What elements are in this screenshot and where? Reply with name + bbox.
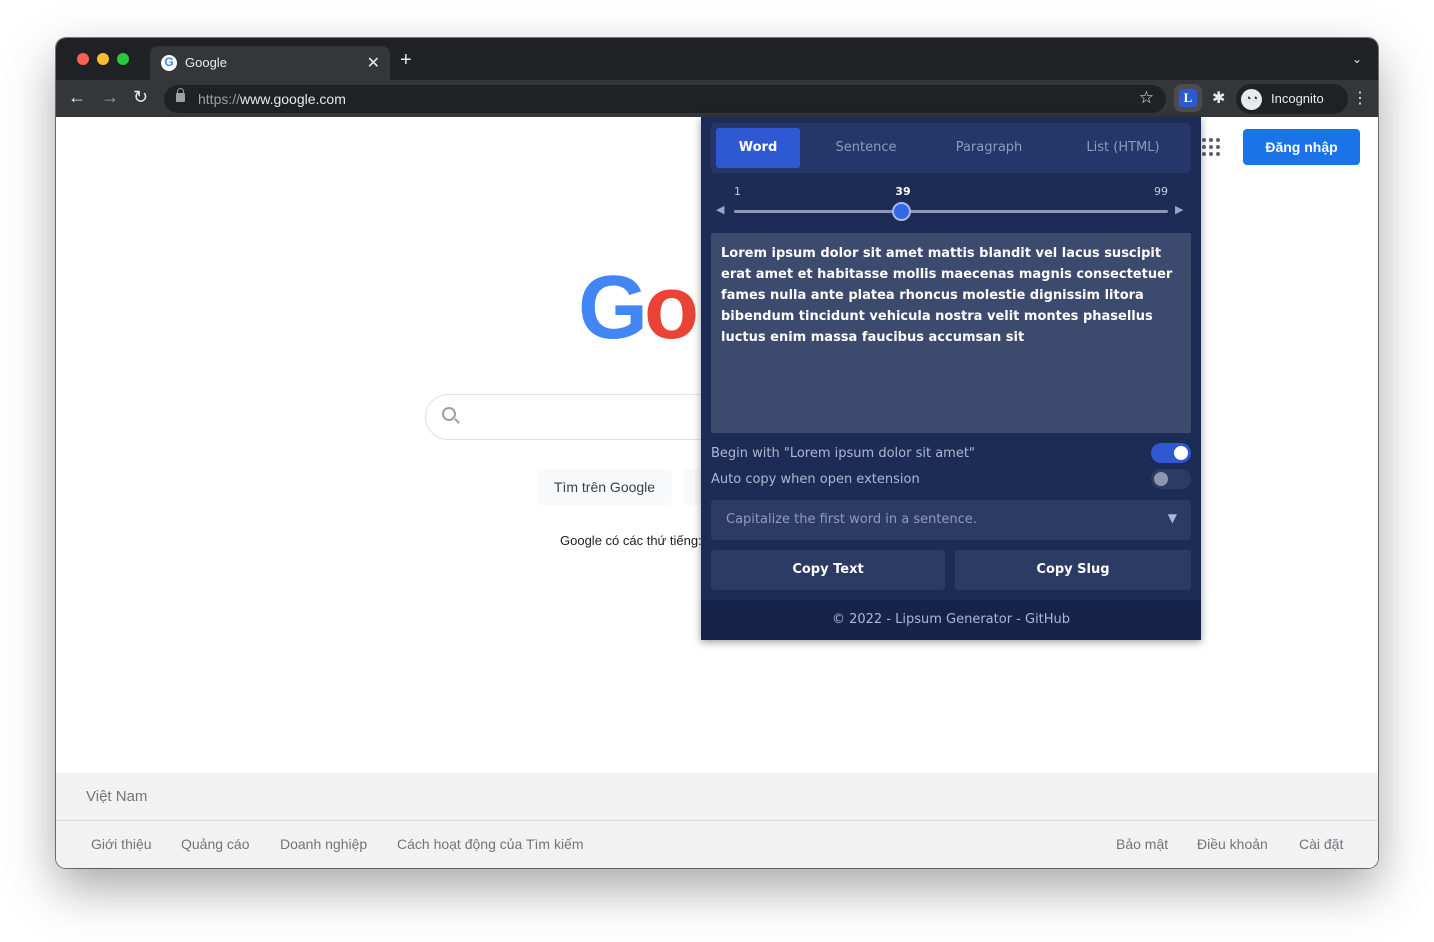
incognito-icon: ◔◔ <box>1241 89 1262 110</box>
google-search-button[interactable]: Tìm trên Google <box>537 469 672 505</box>
languages-text: Google có các thứ tiếng: <box>560 533 702 548</box>
search-icon <box>442 407 456 421</box>
close-window-button[interactable] <box>77 53 89 65</box>
toggle-knob <box>1174 446 1188 460</box>
begin-with-lorem-label: Begin with "Lorem ipsum dolor sit amet" <box>711 446 975 461</box>
country-label: Việt Nam <box>86 788 148 805</box>
google-logo: Go <box>578 257 699 360</box>
mode-tabs: Word Sentence Paragraph List (HTML) <box>711 123 1191 173</box>
footer-link-terms[interactable]: Điều khoản <box>1197 836 1268 852</box>
slider-decrement-icon[interactable]: ◀ <box>716 203 724 216</box>
chevron-down-icon[interactable]: ⌄ <box>1352 52 1362 66</box>
slider-track[interactable] <box>734 210 1168 213</box>
url-text[interactable]: https://www.google.com <box>198 91 346 107</box>
url-scheme: https:// <box>198 91 241 107</box>
footer-link-about[interactable]: Giới thiệu <box>91 836 152 852</box>
slider-min-label: 1 <box>734 185 741 198</box>
footer-links: Giới thiệu Quảng cáo Doanh nghiệp Cách h… <box>56 821 1378 868</box>
puzzle-icon[interactable]: ✱ <box>1212 88 1225 108</box>
maximize-window-button[interactable] <box>117 53 129 65</box>
url-host: www.google.com <box>240 91 346 107</box>
footer-link-advertising[interactable]: Quảng cáo <box>181 836 250 852</box>
tab-paragraph[interactable]: Paragraph <box>939 128 1039 168</box>
toggle-knob <box>1154 472 1168 486</box>
footer-country: Việt Nam <box>56 773 1378 821</box>
lipsum-popup: Word Sentence Paragraph List (HTML) 1 39… <box>701 117 1201 640</box>
footer-link-how-search-works[interactable]: Cách hoạt động của Tìm kiếm <box>397 836 584 852</box>
footer-link-privacy[interactable]: Bảo mật <box>1116 836 1168 852</box>
tab-title: Google <box>185 55 227 70</box>
incognito-label: Incognito <box>1271 91 1324 106</box>
signin-button[interactable]: Đăng nhập <box>1243 129 1360 165</box>
reload-button[interactable]: ↻ <box>133 87 148 107</box>
tab-list-html[interactable]: List (HTML) <box>1069 128 1177 168</box>
incognito-button[interactable]: ◔◔ Incognito <box>1236 84 1348 114</box>
copy-slug-button[interactable]: Copy Slug <box>955 550 1191 590</box>
copy-text-button[interactable]: Copy Text <box>711 550 945 590</box>
kebab-menu-icon[interactable]: ⋮ <box>1352 88 1368 108</box>
tab-strip: G Google ✕ + ⌄ <box>56 38 1378 80</box>
logo-letter-o: o <box>644 258 699 358</box>
slider-increment-icon[interactable]: ▶ <box>1175 203 1183 216</box>
browser-toolbar: ← → ↻ https://www.google.com ☆ L ✱ ◔◔ In… <box>56 80 1378 117</box>
begin-with-lorem-toggle[interactable] <box>1151 443 1191 463</box>
caret-down-icon: ▼ <box>1167 511 1177 525</box>
tab-word[interactable]: Word <box>716 128 800 168</box>
tab-sentence[interactable]: Sentence <box>821 128 911 168</box>
forward-button[interactable]: → <box>101 87 119 107</box>
auto-copy-label: Auto copy when open extension <box>711 472 920 487</box>
address-bar[interactable]: https://www.google.com ☆ <box>164 85 1166 113</box>
footer-link-business[interactable]: Doanh nghiệp <box>280 836 367 852</box>
new-tab-button[interactable]: + <box>400 50 412 70</box>
back-button[interactable]: ← <box>68 87 86 107</box>
star-icon[interactable]: ☆ <box>1139 88 1154 108</box>
close-icon[interactable]: ✕ <box>367 53 380 73</box>
slider-value-label: 39 <box>895 185 911 198</box>
logo-letter-g: G <box>578 258 648 358</box>
lipsum-extension-icon[interactable]: L <box>1179 89 1197 107</box>
footer-link-settings[interactable]: Cài đặt <box>1299 836 1343 852</box>
capitalize-select[interactable]: Capitalize the first word in a sentence.… <box>711 500 1191 540</box>
minimize-window-button[interactable] <box>97 53 109 65</box>
favicon-letter: G <box>164 55 174 69</box>
browser-tab[interactable]: G Google ✕ <box>150 46 390 80</box>
lock-icon[interactable] <box>176 88 185 102</box>
slider-thumb[interactable] <box>892 202 912 221</box>
auto-copy-toggle[interactable] <box>1151 469 1191 489</box>
slider-max-label: 99 <box>1154 185 1168 198</box>
apps-grid-icon[interactable] <box>1202 138 1220 156</box>
google-favicon-icon: G <box>161 55 177 71</box>
popup-footer[interactable]: © 2022 - Lipsum Generator - GitHub <box>701 600 1201 640</box>
lorem-output-text[interactable]: Lorem ipsum dolor sit amet mattis blandi… <box>711 233 1191 433</box>
capitalize-select-value: Capitalize the first word in a sentence. <box>726 512 977 527</box>
